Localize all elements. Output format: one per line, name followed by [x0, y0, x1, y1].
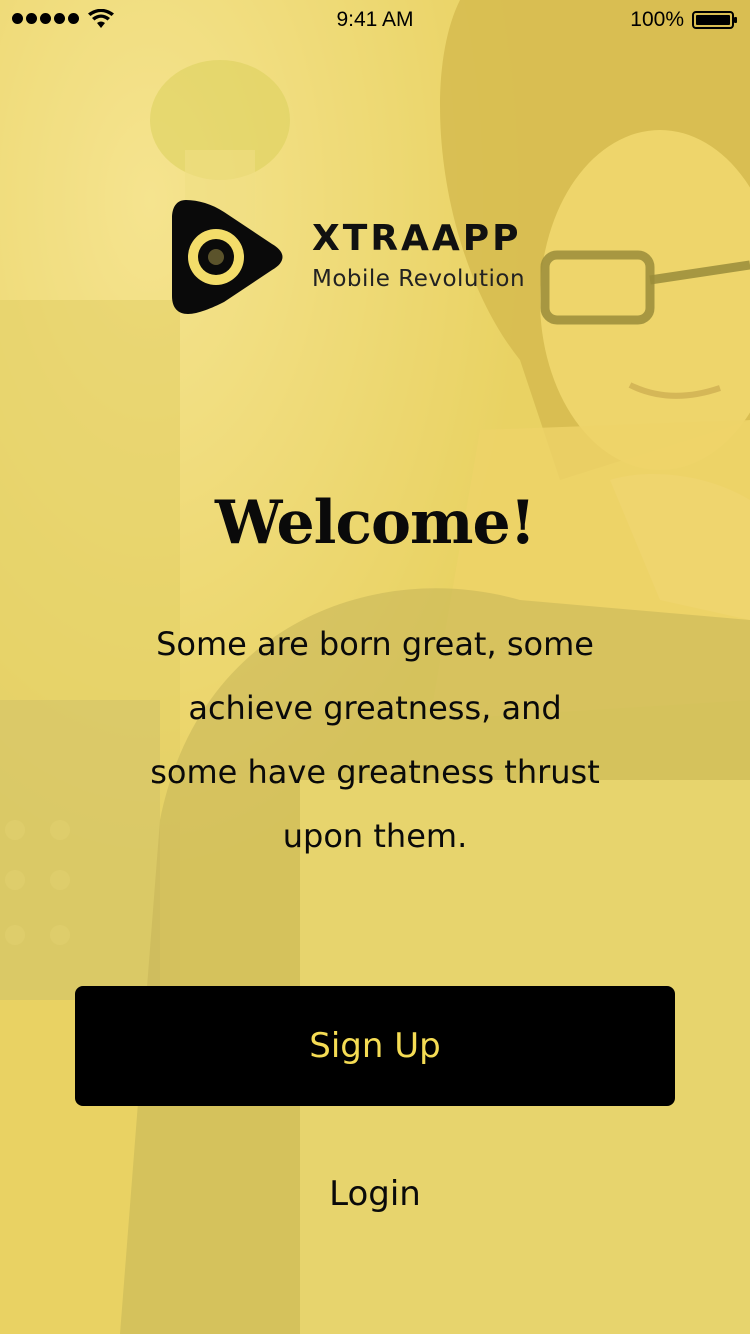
play-eye-logo-icon: [172, 200, 283, 314]
battery-icon: [692, 11, 737, 29]
login-link[interactable]: Login: [225, 1164, 525, 1224]
brand-tagline: Mobile Revolution: [312, 266, 526, 292]
sign-up-button[interactable]: Sign Up: [75, 986, 675, 1106]
battery-percentage: 100%: [630, 8, 684, 31]
brand-name: XTRAAPP: [312, 218, 522, 259]
quote-line: achieve greatness, and: [188, 689, 562, 727]
welcome-screen: 9:41 AM 100% XTRAAPP Mobile Revolution W…: [0, 0, 750, 1334]
brand-logo: XTRAAPP Mobile Revolution: [172, 198, 552, 318]
status-bar: 9:41 AM 100%: [0, 0, 750, 40]
welcome-quote: Some are born great, some achieve greatn…: [110, 612, 640, 868]
welcome-title: Welcome!: [214, 488, 536, 558]
quote-line: some have greatness thrust: [150, 753, 600, 791]
quote-line: Some are born great, some: [156, 625, 594, 663]
quote-line: upon them.: [282, 817, 468, 855]
